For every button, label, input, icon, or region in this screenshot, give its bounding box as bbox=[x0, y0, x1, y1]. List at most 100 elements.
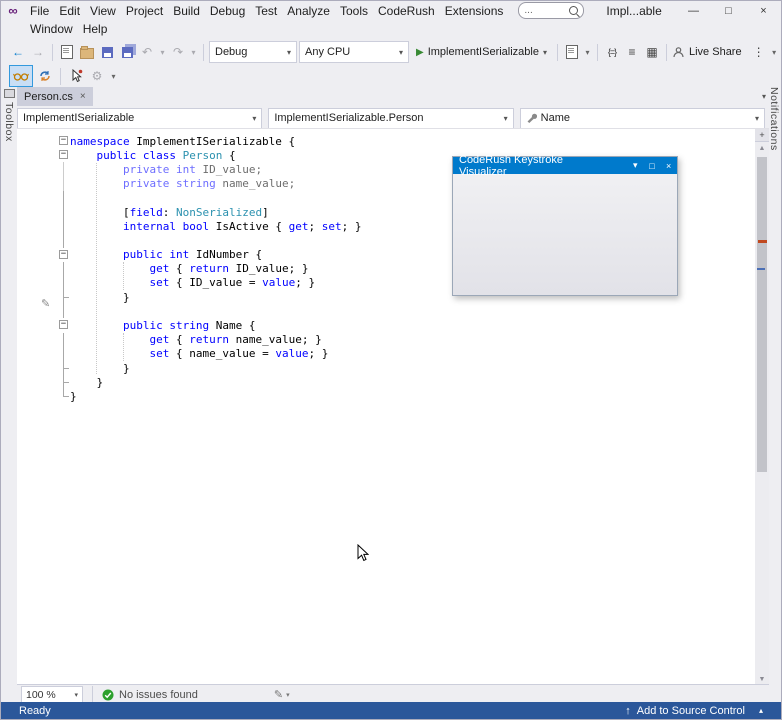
fold-toggle[interactable]: − bbox=[59, 148, 70, 162]
toolbar-separator bbox=[60, 68, 61, 85]
refresh-icon bbox=[38, 69, 52, 83]
visualizer-close-button[interactable]: × bbox=[660, 157, 677, 174]
menu-test[interactable]: Test bbox=[250, 2, 282, 20]
undo-dropdown[interactable]: ▾ bbox=[158, 43, 167, 61]
command-window-button[interactable]: ▦ bbox=[643, 43, 661, 61]
fold-margin bbox=[59, 262, 70, 276]
keystroke-visualizer-window[interactable]: CodeRush Keystroke Visualizer ▾ □ × bbox=[452, 156, 678, 296]
fold-toggle[interactable]: − bbox=[59, 318, 70, 332]
menu-help[interactable]: Help bbox=[78, 20, 113, 38]
maximize-button[interactable]: □ bbox=[711, 1, 746, 20]
jump-to-button[interactable] bbox=[67, 67, 85, 85]
minimize-button[interactable]: — bbox=[676, 1, 711, 20]
code-definition-button[interactable]: {=} bbox=[603, 43, 621, 61]
menu-debug[interactable]: Debug bbox=[205, 2, 250, 20]
visualizer-maximize-button[interactable]: □ bbox=[644, 157, 661, 174]
fold-toggle[interactable]: − bbox=[59, 134, 70, 148]
menu-file[interactable]: File bbox=[25, 2, 54, 20]
redo-dropdown[interactable]: ▾ bbox=[189, 43, 198, 61]
visualizer-position-chevron[interactable]: ▾ bbox=[627, 157, 644, 174]
type-value: ImplementISerializable.Person bbox=[274, 112, 423, 124]
project-dropdown[interactable]: ImplementISerializable ▾ bbox=[17, 108, 262, 129]
fold-toggle[interactable]: − bbox=[59, 248, 70, 262]
vertical-scrollbar[interactable]: + ▲ ▼ bbox=[755, 129, 769, 686]
menu-coderush[interactable]: CodeRush bbox=[373, 2, 440, 20]
code-line-19[interactable]: } bbox=[17, 389, 755, 403]
visualizer-body bbox=[453, 174, 677, 294]
solution-config-dropdown[interactable]: Debug ▾ bbox=[209, 41, 297, 63]
find-in-files-button[interactable]: ≡ bbox=[623, 43, 641, 61]
start-debugging-button[interactable]: ▶ ImplementISerializable ▾ bbox=[411, 42, 552, 62]
menu-view[interactable]: View bbox=[85, 2, 121, 20]
keystroke-visualizer-toggle-button[interactable] bbox=[9, 65, 33, 87]
chevron-down-icon: ▾ bbox=[286, 691, 290, 699]
menu-build[interactable]: Build bbox=[168, 2, 205, 20]
fold-margin bbox=[59, 177, 70, 191]
open-file-button[interactable] bbox=[78, 43, 96, 61]
status-bar: Ready ↑ Add to Source Control ▴ bbox=[1, 702, 781, 719]
coderush-toolbar-chevron[interactable]: ▾ bbox=[109, 67, 118, 85]
fold-margin bbox=[59, 347, 70, 361]
member-dropdown[interactable]: Name ▾ bbox=[520, 108, 765, 129]
document-list-chevron[interactable]: ▾ bbox=[762, 92, 766, 101]
code-line-13[interactable] bbox=[17, 304, 755, 318]
fold-margin bbox=[59, 333, 70, 347]
menu-edit[interactable]: Edit bbox=[54, 2, 85, 20]
track-changes-group[interactable]: ✎ ▾ bbox=[274, 688, 290, 701]
upload-arrow-icon: ↑ bbox=[625, 705, 631, 717]
fold-margin bbox=[59, 375, 70, 389]
close-button[interactable]: × bbox=[746, 1, 781, 20]
notifications-side-tab[interactable]: Notifications bbox=[767, 87, 781, 151]
save-all-button[interactable] bbox=[118, 43, 136, 61]
chevron-down-icon: ▾ bbox=[74, 691, 78, 699]
source-control-button[interactable]: ↑ Add to Source Control ▴ bbox=[625, 705, 763, 717]
code-line-1[interactable]: −namespace ImplementISerializable { bbox=[17, 134, 755, 148]
platform-dropdown[interactable]: Any CPU ▾ bbox=[299, 41, 409, 63]
scroll-marker-caret bbox=[757, 268, 765, 270]
solution-config-value: Debug bbox=[215, 46, 247, 58]
live-share-button[interactable]: Live Share bbox=[672, 46, 742, 59]
split-window-handle[interactable]: + bbox=[755, 129, 769, 142]
chevron-down-icon: ▾ bbox=[279, 48, 291, 57]
titlebar-search-box[interactable]: ... bbox=[518, 2, 584, 19]
chevron-down-icon: ▾ bbox=[504, 114, 508, 123]
toolbar-overflow-button[interactable]: ⋮ bbox=[750, 43, 768, 61]
toolbox-side-tab[interactable]: Toolbox bbox=[1, 89, 17, 142]
code-line-14[interactable]: − public string Name { bbox=[17, 318, 755, 332]
code-line-17[interactable]: } bbox=[17, 361, 755, 375]
save-button[interactable] bbox=[98, 43, 116, 61]
zoom-dropdown[interactable]: 100 % ▾ bbox=[21, 686, 83, 704]
fold-margin bbox=[59, 389, 70, 403]
navigate-forward-button[interactable]: → bbox=[29, 43, 47, 61]
undo-button[interactable]: ↶ bbox=[138, 43, 156, 61]
issues-indicator[interactable]: No issues found bbox=[102, 689, 198, 701]
visualizer-titlebar[interactable]: CodeRush Keystroke Visualizer ▾ □ × bbox=[453, 157, 677, 174]
redo-button[interactable]: ↷ bbox=[169, 43, 187, 61]
indent-guide bbox=[96, 163, 97, 374]
code-line-16[interactable]: set { name_value = value; } bbox=[17, 347, 755, 361]
settings-button[interactable]: ⚙ bbox=[88, 67, 106, 85]
menu-tools[interactable]: Tools bbox=[335, 2, 373, 20]
hot-reload-button[interactable] bbox=[563, 43, 581, 61]
menu-project[interactable]: Project bbox=[121, 2, 168, 20]
mouse-cursor bbox=[357, 544, 369, 565]
scroll-up-button[interactable]: ▲ bbox=[755, 142, 769, 155]
code-line-15[interactable]: get { return name_value; } bbox=[17, 333, 755, 347]
scrollbar-thumb[interactable] bbox=[757, 157, 767, 472]
navigate-back-button[interactable]: ← bbox=[9, 43, 27, 61]
code-line-18[interactable]: } bbox=[17, 375, 755, 389]
tab-close-icon[interactable]: × bbox=[80, 92, 86, 102]
type-dropdown[interactable]: ImplementISerializable.Person ▾ bbox=[268, 108, 513, 129]
toolbar-options-chevron[interactable]: ▾ bbox=[770, 43, 779, 61]
menu-analyze[interactable]: Analyze bbox=[282, 2, 335, 20]
new-file-button[interactable] bbox=[58, 43, 76, 61]
tab-person-cs[interactable]: Person.cs × bbox=[17, 87, 93, 106]
menu-window[interactable]: Window bbox=[25, 20, 78, 38]
coderush-edit-marker-icon[interactable]: ✎ bbox=[41, 297, 50, 310]
refresh-button[interactable] bbox=[36, 67, 54, 85]
chevron-down-icon: ▾ bbox=[543, 48, 547, 57]
search-icon bbox=[569, 6, 578, 15]
menu-extensions[interactable]: Extensions bbox=[440, 2, 509, 20]
hot-reload-dropdown[interactable]: ▾ bbox=[583, 43, 592, 61]
live-share-icon bbox=[672, 46, 685, 59]
